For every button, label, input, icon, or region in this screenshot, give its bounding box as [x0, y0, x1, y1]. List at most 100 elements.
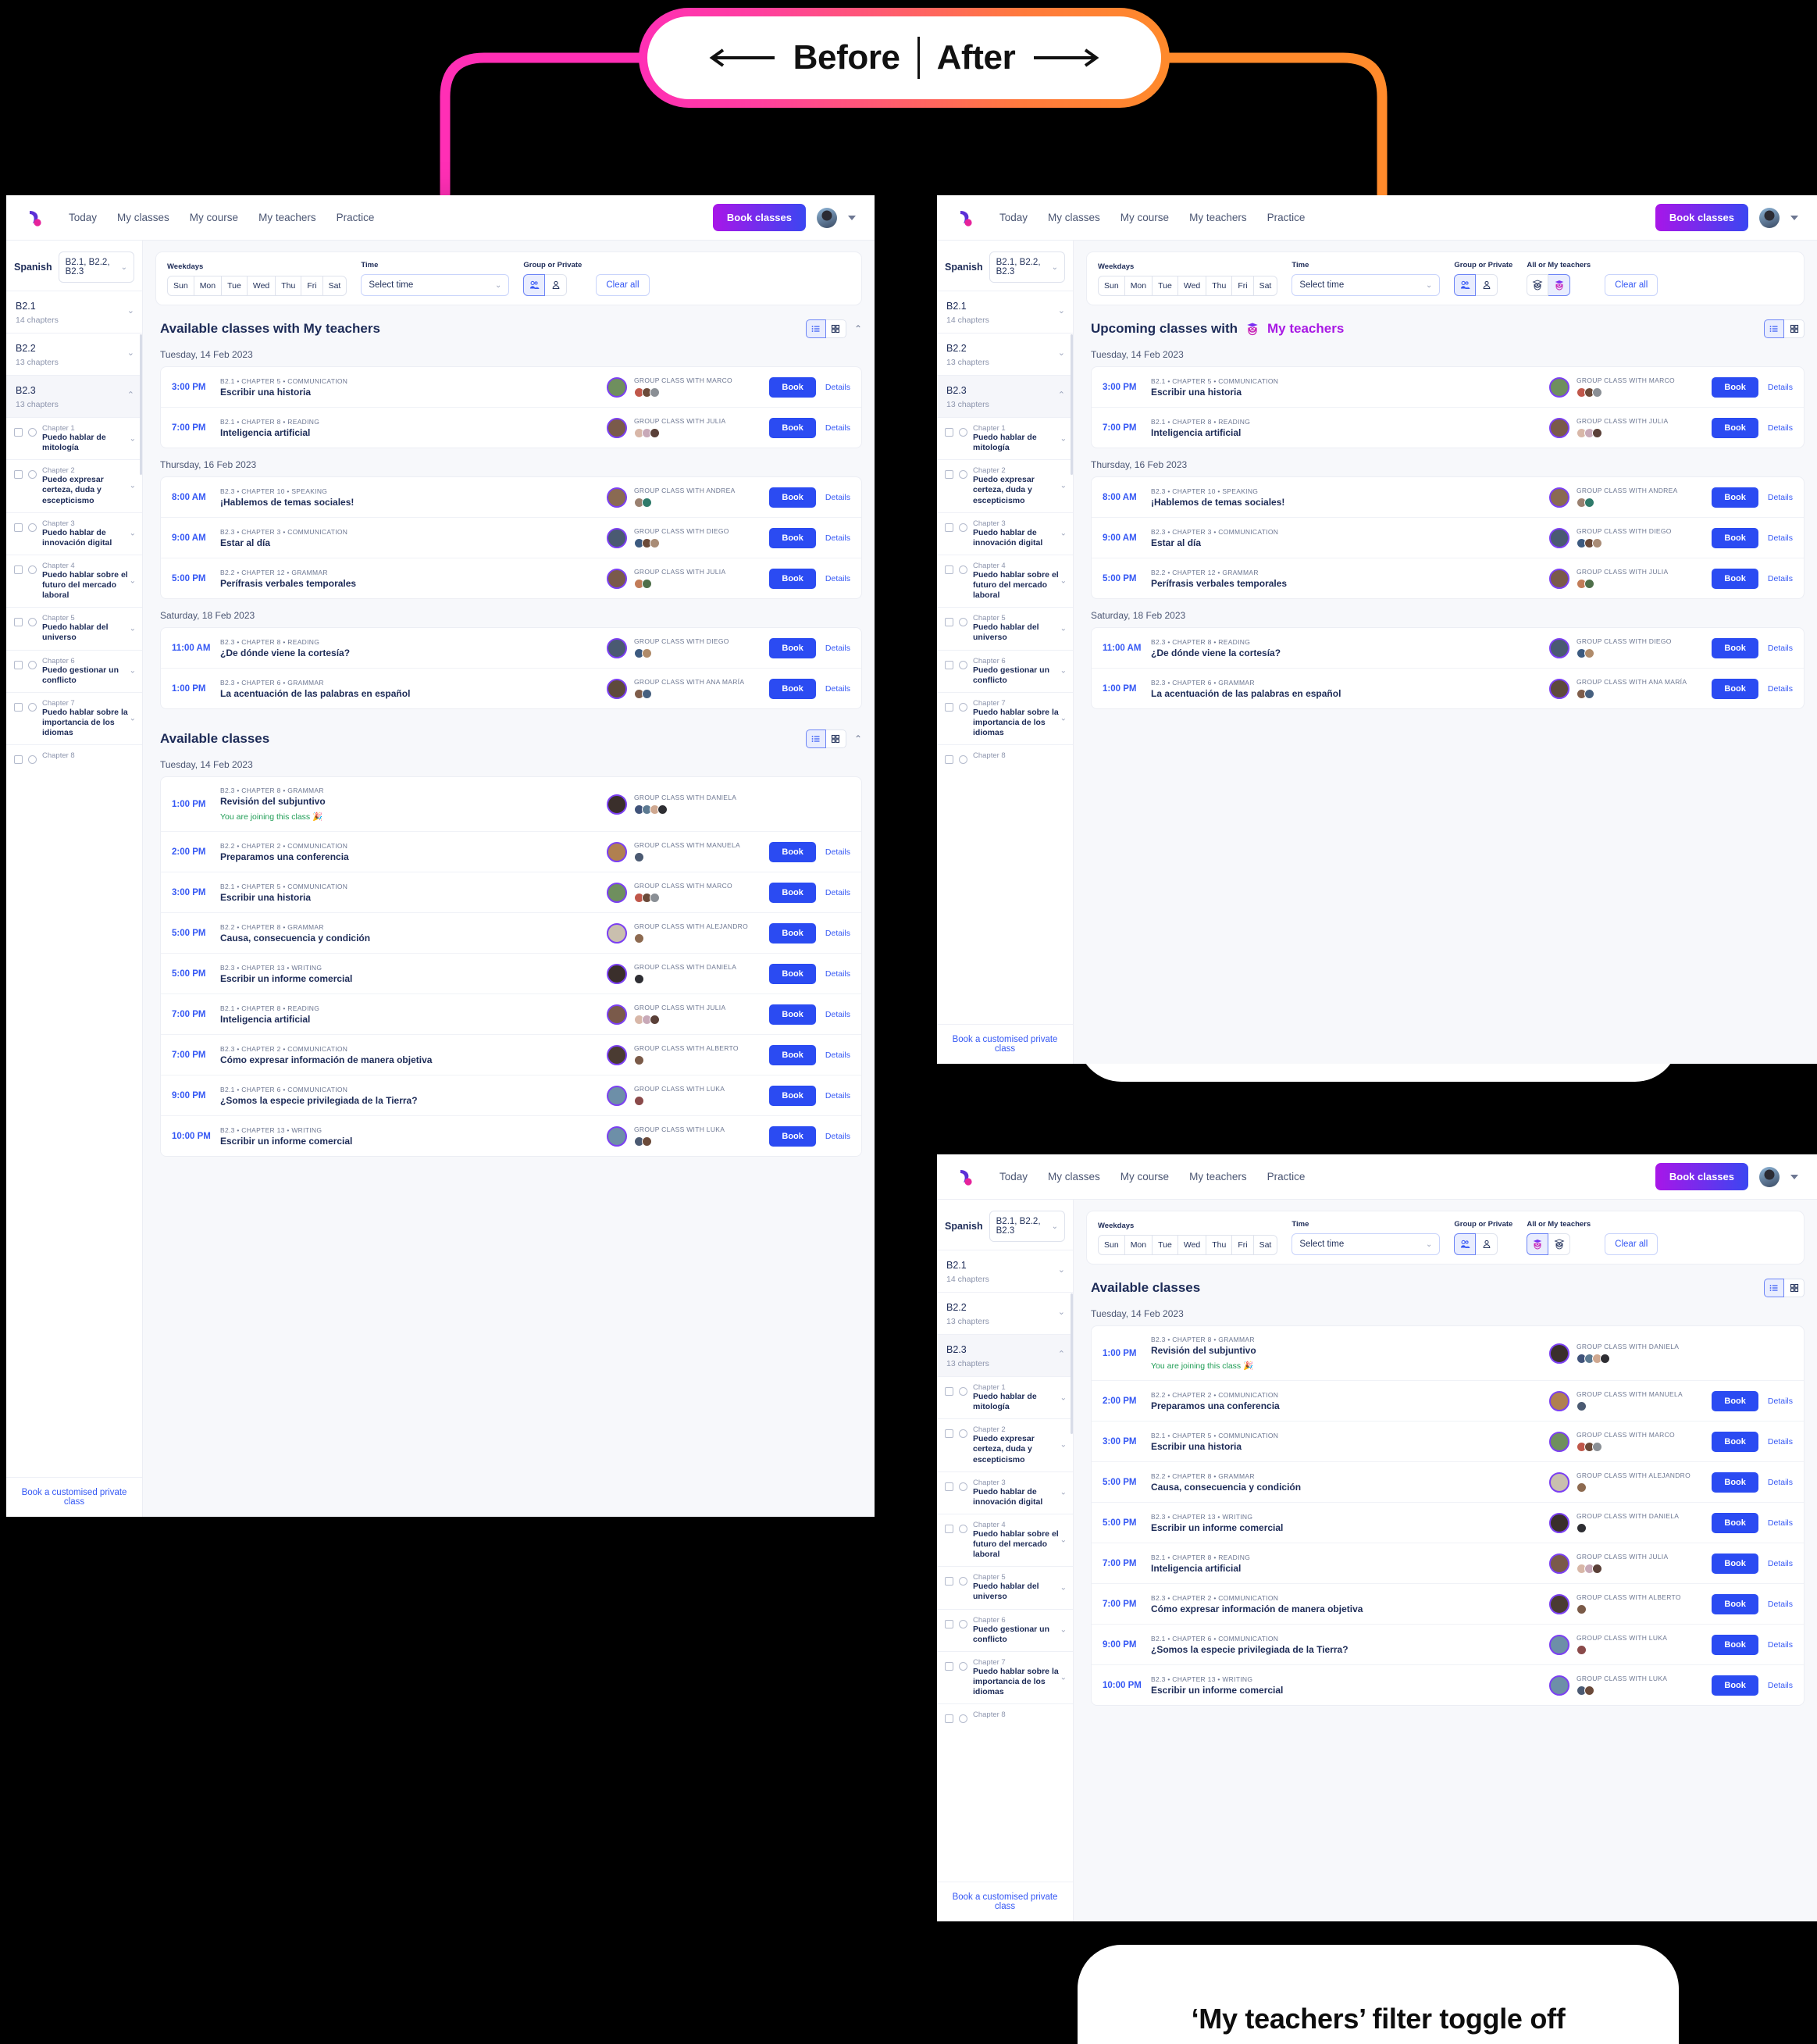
level-b22[interactable]: B2.2 13 chapters ⌄ [937, 333, 1073, 375]
list-item[interactable]: Chapter 4 Puedo hablar sobre el futuro d… [6, 554, 142, 608]
list-item[interactable]: Chapter 7 Puedo hablar sobre la importan… [937, 691, 1073, 745]
weekday-sat[interactable]: Sat [1254, 276, 1277, 295]
chapter-checkbox[interactable] [945, 618, 953, 627]
group-class-toggle[interactable] [1454, 274, 1477, 296]
chapter-radio[interactable] [959, 1661, 967, 1671]
details-link[interactable]: Details [825, 383, 850, 392]
time-select[interactable]: Select time ⌄ [1291, 1233, 1441, 1255]
details-link[interactable]: Details [825, 1132, 850, 1141]
weekday-wed[interactable]: Wed [1178, 1236, 1207, 1254]
book-button[interactable]: Book [1712, 376, 1758, 398]
details-link[interactable]: Details [1768, 533, 1793, 543]
book-button[interactable]: Book [769, 527, 816, 548]
table-row[interactable]: 5:00 PM B2.2 • CHAPTER 8 • GRAMMAR Causa… [1092, 1462, 1804, 1503]
list-item[interactable]: Chapter 8 [937, 1703, 1073, 1730]
chapter-checkbox[interactable] [945, 702, 953, 712]
chevron-down-icon[interactable]: ⌄ [1058, 305, 1065, 316]
chapter-checkbox[interactable] [945, 755, 953, 765]
chevron-down-icon[interactable]: ⌄ [127, 305, 134, 316]
chapter-checkbox[interactable] [945, 1387, 953, 1396]
chevron-down-icon[interactable]: ⌄ [1060, 624, 1067, 633]
list-item[interactable]: Chapter 3 Puedo hablar de innovación dig… [937, 512, 1073, 555]
grid-view-icon[interactable] [1784, 1279, 1805, 1297]
chapter-checkbox[interactable] [945, 660, 953, 669]
chevron-down-icon[interactable]: ⌄ [1058, 1307, 1065, 1317]
list-item[interactable]: Chapter 8 [6, 744, 142, 771]
nav-my-classes[interactable]: My classes [1048, 1171, 1100, 1183]
book-button[interactable]: Book [1712, 1390, 1758, 1411]
table-row[interactable]: 7:00 PM B2.3 • CHAPTER 2 • COMMUNICATION… [1092, 1584, 1804, 1625]
chevron-down-icon[interactable]: ⌄ [1060, 530, 1067, 538]
list-item[interactable]: Chapter 2 Puedo expresar certeza, duda y… [937, 459, 1073, 512]
avatar[interactable] [817, 207, 837, 228]
chapter-checkbox[interactable] [14, 470, 23, 480]
chapter-radio[interactable] [959, 428, 967, 437]
table-row[interactable]: 5:00 PM B2.2 • CHAPTER 12 • GRAMMAR Perí… [1092, 558, 1804, 598]
nav-my-classes[interactable]: My classes [1048, 212, 1100, 223]
details-link[interactable]: Details [825, 1091, 850, 1100]
chapter-checkbox[interactable] [14, 565, 23, 574]
table-row[interactable]: 3:00 PM B2.1 • CHAPTER 5 • COMMUNICATION… [1092, 1422, 1804, 1462]
chevron-down-icon[interactable]: ⌄ [1060, 1626, 1067, 1635]
chevron-down-icon[interactable]: ⌄ [130, 482, 136, 490]
my-teachers-toggle[interactable] [1548, 274, 1571, 296]
book-button[interactable]: Book [769, 1004, 816, 1025]
private-class-toggle[interactable] [545, 274, 568, 296]
table-row[interactable]: 1:00 PM B2.3 • CHAPTER 8 • GRAMMAR Revis… [161, 777, 861, 832]
chevron-down-icon[interactable]: ⌄ [1058, 348, 1065, 358]
list-item[interactable]: Chapter 5 Puedo hablar del universo ⌄ [6, 607, 142, 650]
chevron-down-icon[interactable]: ⌄ [1060, 1536, 1067, 1545]
table-row[interactable]: 3:00 PM B2.1 • CHAPTER 5 • COMMUNICATION… [1092, 367, 1804, 408]
grid-view-icon[interactable] [1784, 319, 1805, 338]
list-view-icon[interactable] [805, 319, 826, 338]
chevron-up-icon[interactable]: ⌃ [1058, 390, 1065, 400]
book-button[interactable]: Book [769, 1125, 816, 1147]
nav-my-course[interactable]: My course [1120, 1171, 1169, 1183]
details-link[interactable]: Details [1768, 383, 1793, 392]
chapter-radio[interactable] [28, 470, 37, 480]
table-row[interactable]: 1:00 PM B2.3 • CHAPTER 8 • GRAMMAR Revis… [1092, 1326, 1804, 1381]
table-row[interactable]: 7:00 PM B2.1 • CHAPTER 8 • READING Intel… [161, 994, 861, 1035]
nav-today[interactable]: Today [999, 212, 1028, 223]
chapter-radio[interactable] [28, 660, 37, 669]
details-link[interactable]: Details [1768, 1640, 1793, 1650]
list-item[interactable]: Chapter 7 Puedo hablar sobre la importan… [6, 691, 142, 745]
table-row[interactable]: 7:00 PM B2.3 • CHAPTER 2 • COMMUNICATION… [161, 1035, 861, 1076]
all-teachers-toggle[interactable] [1527, 274, 1549, 296]
busuu-logo-icon[interactable] [956, 206, 979, 230]
table-row[interactable]: 11:00 AM B2.3 • CHAPTER 8 • READING ¿De … [1092, 628, 1804, 669]
chapter-radio[interactable] [959, 660, 967, 669]
level-b22[interactable]: B2.2 13 chapters ⌄ [6, 333, 142, 375]
chapter-radio[interactable] [959, 755, 967, 765]
chevron-down-icon[interactable]: ⌄ [130, 530, 136, 538]
table-row[interactable]: 9:00 PM B2.1 • CHAPTER 6 • COMMUNICATION… [161, 1076, 861, 1116]
chevron-up-icon[interactable]: ⌃ [854, 323, 862, 334]
book-button[interactable]: Book [1712, 417, 1758, 438]
details-link[interactable]: Details [1768, 644, 1793, 653]
details-link[interactable]: Details [1768, 1518, 1793, 1528]
book-button[interactable]: Book [1712, 637, 1758, 658]
table-row[interactable]: 1:00 PM B2.3 • CHAPTER 6 • GRAMMAR La ac… [161, 669, 861, 708]
chapter-checkbox[interactable] [945, 1482, 953, 1491]
book-private-class-link[interactable]: Book a customised private class [937, 1882, 1073, 1921]
clear-all-button[interactable]: Clear all [1605, 274, 1658, 296]
sidebar-scrollbar[interactable] [1071, 1293, 1073, 1434]
chapter-checkbox[interactable] [14, 702, 23, 712]
list-item[interactable]: Chapter 4 Puedo hablar sobre el futuro d… [937, 1513, 1073, 1567]
chapter-checkbox[interactable] [14, 618, 23, 627]
book-button[interactable]: Book [1712, 527, 1758, 548]
book-classes-button[interactable]: Book classes [712, 204, 806, 231]
chapter-checkbox[interactable] [945, 1577, 953, 1586]
details-link[interactable]: Details [1768, 1681, 1793, 1690]
book-classes-button[interactable]: Book classes [1655, 1163, 1748, 1190]
table-row[interactable]: 8:00 AM B2.3 • CHAPTER 10 • SPEAKING ¡Ha… [161, 477, 861, 518]
details-link[interactable]: Details [1768, 574, 1793, 583]
book-classes-button[interactable]: Book classes [1655, 204, 1748, 231]
book-button[interactable]: Book [769, 417, 816, 438]
book-button[interactable]: Book [1712, 1553, 1758, 1574]
chapter-checkbox[interactable] [14, 523, 23, 532]
list-item[interactable]: Chapter 6 Puedo gestionar un conflicto ⌄ [937, 1608, 1073, 1651]
table-row[interactable]: 2:00 PM B2.2 • CHAPTER 2 • COMMUNICATION… [1092, 1381, 1804, 1422]
chevron-down-icon[interactable]: ⌄ [127, 348, 134, 358]
avatar[interactable] [1759, 207, 1780, 228]
